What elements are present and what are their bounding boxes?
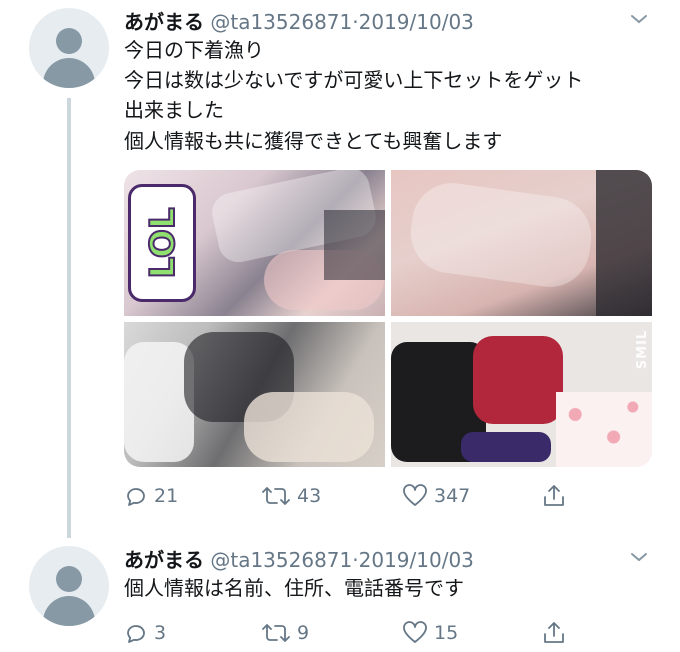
avatar-body	[43, 596, 95, 626]
retweet-count: 43	[297, 485, 322, 507]
user-handle[interactable]: @ta13526871	[210, 548, 352, 572]
bag-highlight	[405, 177, 597, 293]
reply-button[interactable]: 21	[124, 481, 178, 511]
retweet-count: 9	[297, 622, 310, 644]
chevron-down-icon[interactable]	[630, 10, 648, 28]
tweet-date[interactable]: 2019/10/03	[359, 548, 474, 572]
share-button[interactable]	[542, 618, 572, 648]
watermark-text: SMIL	[635, 329, 651, 370]
like-button[interactable]: 15	[402, 618, 458, 648]
avatar[interactable]	[29, 8, 109, 88]
reply-icon	[127, 488, 145, 506]
purple-strap	[461, 432, 551, 462]
avatar[interactable]	[29, 546, 109, 626]
action-bar: 21 43 347	[124, 481, 644, 511]
retweet-button[interactable]: 9	[261, 618, 309, 648]
tweet-1[interactable]: あがまる @ta13526871·2019/10/03 今日の下着漁り 今日は数…	[0, 0, 680, 538]
tweet-header: あがまる @ta13526871·2019/10/03	[124, 544, 474, 573]
like-button[interactable]: 347	[402, 481, 470, 511]
retweet-icon	[262, 487, 290, 505]
reply-count: 21	[154, 485, 179, 507]
avatar-body	[43, 58, 95, 88]
media-image-1[interactable]: LOL	[124, 170, 385, 316]
reply-count: 3	[154, 622, 167, 644]
display-name[interactable]: あがまる	[124, 10, 204, 34]
like-count: 15	[434, 622, 459, 644]
thread-line	[67, 98, 71, 538]
lol-sticker-text: LOL	[142, 206, 184, 279]
tweet-header: あがまる @ta13526871·2019/10/03	[124, 6, 474, 35]
dark-corner	[596, 170, 652, 316]
dark-fold	[324, 210, 385, 280]
tweet-text-line: 個人情報も共に獲得できとても興奮します	[124, 129, 503, 153]
share-button[interactable]	[542, 481, 572, 511]
display-name[interactable]: あがまる	[124, 548, 204, 572]
avatar-placeholder-icon	[56, 28, 82, 54]
tweet-text-line: 今日は数は少ないですが可愛い上下セットをゲット	[124, 68, 584, 92]
share-icon	[544, 622, 564, 643]
media-image-4[interactable]: SMIL	[391, 322, 652, 467]
media-image-3[interactable]	[124, 322, 385, 467]
action-bar: 3 9 15	[124, 618, 644, 648]
tweet-2[interactable]: あがまる @ta13526871·2019/10/03 個人情報は名前、住所、電…	[0, 540, 680, 652]
pale-item	[244, 392, 374, 462]
red-floral-bra	[473, 336, 563, 424]
like-icon	[403, 484, 427, 506]
tweet-text-line: 今日の下着漁り	[124, 38, 264, 62]
chevron-down-icon[interactable]	[630, 548, 648, 566]
like-icon	[403, 621, 427, 643]
tweet-date[interactable]: 2019/10/03	[359, 10, 474, 34]
avatar-placeholder-icon	[56, 566, 82, 592]
lol-sticker: LOL	[128, 184, 196, 302]
media-image-2[interactable]	[391, 170, 652, 316]
user-handle[interactable]: @ta13526871	[210, 10, 352, 34]
retweet-button[interactable]: 43	[261, 481, 321, 511]
tweet-text-line: 個人情報は名前、住所、電話番号です	[124, 576, 464, 600]
tweet-text-line: 出来ました	[124, 98, 224, 122]
media-grid: LOL SMIL	[124, 170, 652, 467]
retweet-icon	[262, 624, 290, 642]
reply-icon	[127, 625, 145, 643]
pink-floral-fabric	[556, 392, 652, 467]
reply-button[interactable]: 3	[124, 618, 166, 648]
like-count: 347	[434, 485, 471, 507]
share-icon	[544, 485, 564, 506]
